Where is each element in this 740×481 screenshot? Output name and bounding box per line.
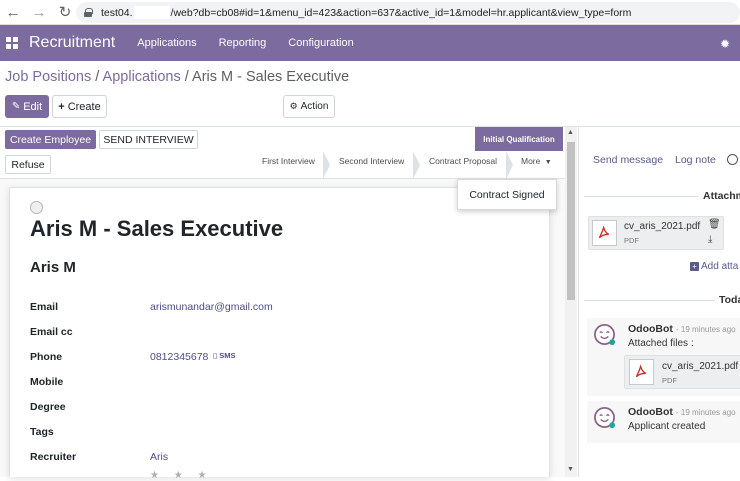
attachments-title: Attachm [699, 190, 740, 202]
plus-square-icon: + [690, 262, 699, 271]
stage-chevron [323, 151, 331, 179]
top-navbar: Recruitment Applications Reporting Confi… [0, 25, 740, 61]
email-cc-label: Email cc [30, 326, 73, 338]
plus-icon: + [58, 100, 65, 113]
message-time: - 19 minutes ago [676, 325, 736, 334]
recruiter-label: Recruiter [30, 451, 77, 463]
send-interview-button[interactable]: SEND INTERVIEW [99, 130, 198, 149]
breadcrumb-separator: / [184, 69, 193, 85]
applicant-subject: Aris M - Sales Executive [30, 216, 284, 241]
message-body: Attached files : [628, 338, 694, 349]
phone-value[interactable]: 0812345678 [150, 351, 208, 363]
action-label: Action [300, 101, 329, 112]
priority-star-icon[interactable] [30, 201, 43, 214]
sms-button[interactable]: ▯ SMS [213, 351, 236, 360]
message-author[interactable]: OdooBot [628, 323, 673, 335]
stage-second-interview[interactable]: Second Interview [339, 156, 404, 166]
pencil-icon: ✎ [11, 101, 21, 112]
message-attachment-ext: PDF [662, 376, 677, 385]
stage-more-dropdown[interactable]: More ▼ [521, 156, 552, 166]
refuse-button[interactable]: Refuse [5, 155, 51, 174]
stage-chevron [413, 151, 421, 179]
forward-icon[interactable]: → [28, 1, 50, 23]
phone-label: Phone [30, 351, 63, 363]
scroll-down-icon[interactable]: ▼ [567, 466, 574, 473]
trash-icon[interactable]: 🗑 [708, 219, 721, 230]
sms-label: SMS [219, 351, 236, 360]
back-icon[interactable]: ← [2, 1, 24, 23]
more-label: More [521, 156, 541, 166]
odoobot-avatar [594, 407, 616, 429]
odoobot-avatar [594, 324, 616, 346]
breadcrumb-separator: / [95, 69, 103, 85]
gear-icon: ⚙ [289, 101, 298, 111]
pdf-file-icon [629, 359, 654, 385]
debug-bug-icon[interactable]: ✹ [720, 37, 730, 51]
email-label: Email [30, 301, 59, 313]
clock-icon[interactable] [727, 154, 738, 165]
add-attachment-button[interactable]: + Add atta [690, 261, 738, 272]
recruiter-value[interactable]: Aris [150, 451, 168, 463]
degree-label: Degree [30, 401, 66, 413]
send-message-button[interactable]: Send message [593, 154, 663, 166]
create-button[interactable]: + Create [52, 95, 107, 118]
message-time: - 19 minutes ago [676, 408, 736, 417]
form-scrollbar-thumb[interactable] [567, 142, 575, 300]
applicant-name: Aris M [30, 259, 76, 276]
email-value[interactable]: arismunandar@gmail.com [150, 301, 273, 313]
edit-button[interactable]: ✎ Edit [5, 95, 49, 118]
breadcrumb-job-positions[interactable]: Job Positions [5, 69, 91, 85]
breadcrumb-current: Aris M - Sales Executive [192, 69, 350, 85]
action-button[interactable]: ⚙ Action [283, 95, 335, 118]
stage-chevron [506, 151, 514, 179]
menu-reporting[interactable]: Reporting [219, 37, 267, 49]
create-employee-button[interactable]: Create Employee [5, 130, 96, 149]
menu-configuration[interactable]: Configuration [288, 37, 353, 49]
stage-initial-qualification[interactable]: Initial Qualification [475, 127, 563, 151]
breadcrumb-applications[interactable]: Applications [103, 69, 181, 85]
message-attachment-name: cv_aris_2021.pdf [662, 361, 739, 372]
mobile-icon: ▯ [213, 351, 218, 360]
mobile-label: Mobile [30, 376, 64, 388]
edit-label: Edit [23, 100, 43, 113]
address-bar[interactable]: test04. /web?db=cb08#id=1&menu_id=423&act… [76, 2, 740, 23]
browser-toolbar: ← → ↻ test04. /web?db=cb08#id=1&menu_id=4… [0, 0, 740, 25]
add-attachment-label: Add atta [701, 261, 739, 272]
caret-down-icon: ▼ [544, 159, 552, 166]
evaluation-stars[interactable]: ★ ★ ★ [150, 470, 212, 481]
download-icon[interactable]: ⤓ [708, 234, 712, 245]
attachment-name: cv_aris_2021.pdf [624, 221, 701, 232]
url-redaction [133, 6, 170, 19]
reload-icon[interactable]: ↻ [54, 1, 76, 23]
app-brand[interactable]: Recruitment [29, 34, 115, 52]
today-title: Toda [715, 294, 740, 306]
tags-label: Tags [30, 426, 54, 438]
scroll-up-icon[interactable]: ▲ [567, 129, 574, 136]
pdf-file-icon [592, 220, 617, 246]
dropdown-contract-signed[interactable]: Contract Signed [457, 179, 557, 210]
log-note-button[interactable]: Log note [675, 154, 716, 166]
attachment-ext: PDF [624, 236, 639, 245]
menu-applications[interactable]: Applications [137, 37, 196, 49]
breadcrumb: Job Positions / Applications / Aris M - … [5, 69, 349, 85]
lock-icon [84, 8, 93, 17]
url-prefix: test04. [101, 6, 133, 19]
url-path: /web?db=cb08#id=1&menu_id=423&action=637… [170, 6, 632, 19]
message-author[interactable]: OdooBot [628, 406, 673, 418]
stage-contract-proposal[interactable]: Contract Proposal [429, 156, 497, 166]
apps-menu-icon[interactable] [6, 37, 18, 49]
create-label: Create [67, 100, 101, 113]
message-body: Applicant created [628, 421, 706, 432]
stage-first-interview[interactable]: First Interview [262, 156, 315, 166]
